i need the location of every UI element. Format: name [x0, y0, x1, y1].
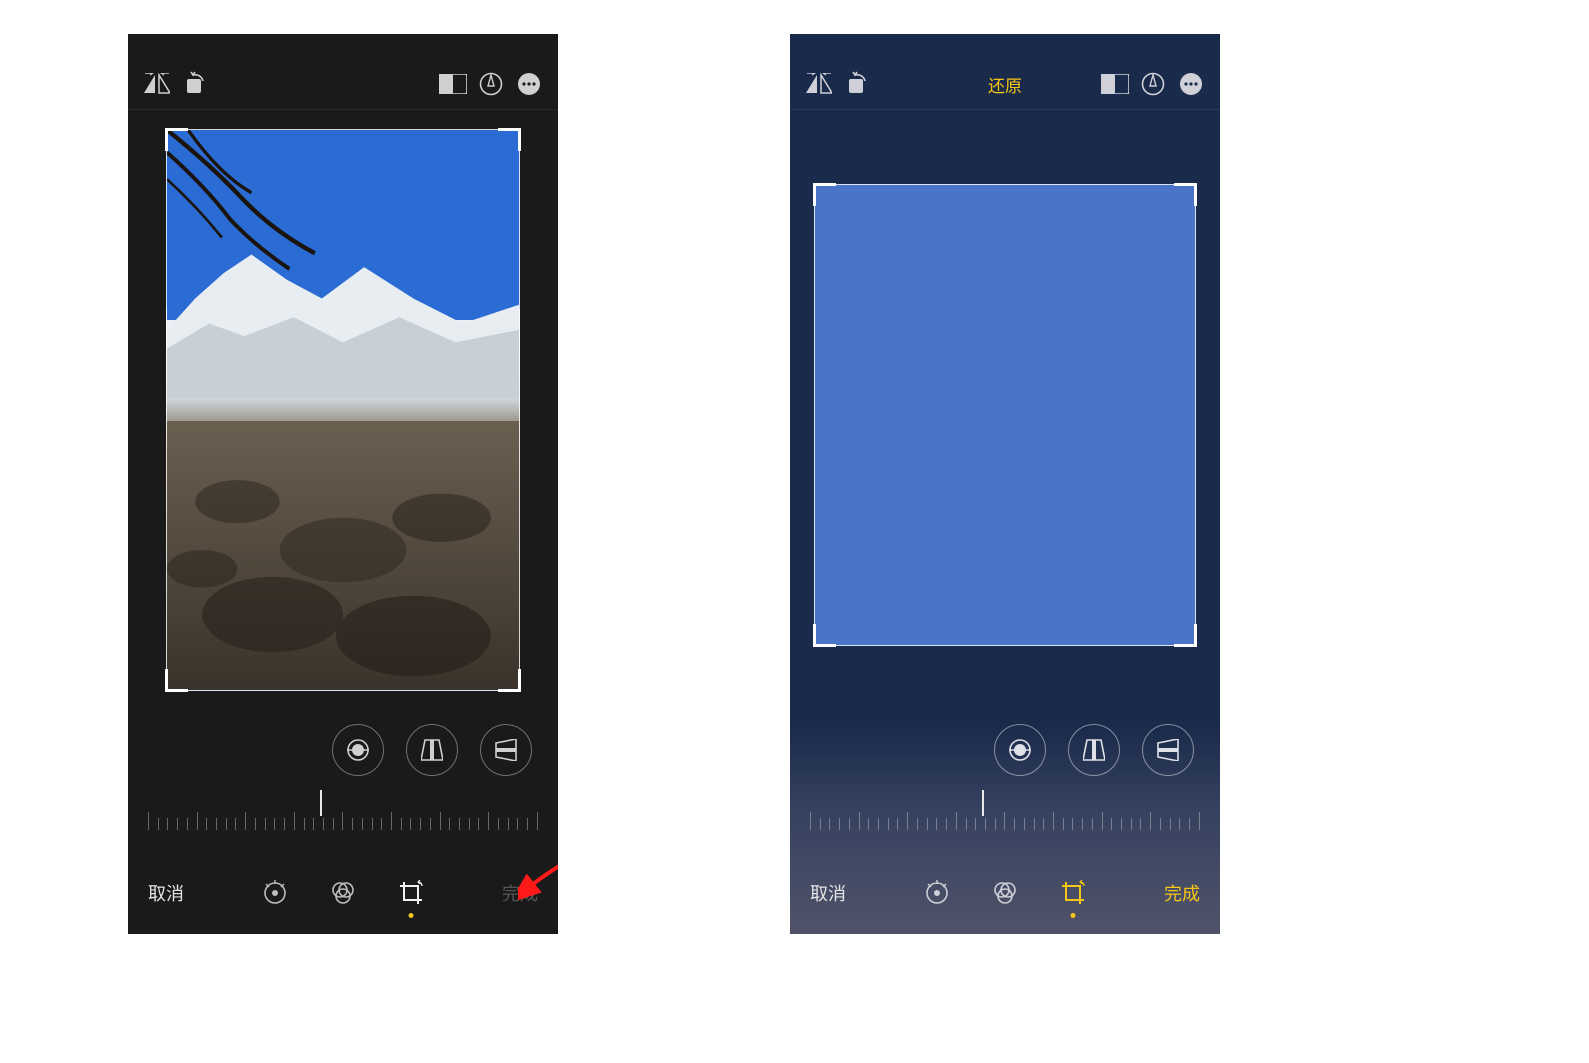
crop-handle-br[interactable] [1174, 624, 1197, 647]
bottom-bar: 取消 完成 [790, 870, 1220, 916]
mode-bar [260, 878, 426, 908]
filters-mode-button[interactable] [328, 878, 358, 908]
angle-ruler[interactable] [148, 800, 538, 830]
bottom-bar: 取消 完成 [128, 870, 558, 916]
rotate-icon[interactable] [176, 65, 214, 103]
crop-mode-button[interactable] [1058, 878, 1088, 908]
straighten-button[interactable] [332, 724, 384, 776]
crop-handle-bl[interactable] [813, 624, 836, 647]
perspective-horizontal-button[interactable] [1142, 724, 1194, 776]
crop-handle-tr[interactable] [1174, 183, 1197, 206]
ellipsis-icon[interactable] [1172, 65, 1210, 103]
perspective-horizontal-button[interactable] [480, 724, 532, 776]
phone-right: 还原 [790, 34, 1220, 934]
ellipsis-icon[interactable] [510, 65, 548, 103]
crop-handle-bl[interactable] [165, 669, 188, 692]
done-button: 完成 [502, 880, 538, 906]
reset-button[interactable]: 还原 [975, 72, 1035, 97]
toolbar-divider [128, 109, 558, 110]
crop-mode-button[interactable] [396, 878, 426, 908]
phone-left: 取消 完成 [128, 34, 558, 934]
adjust-mode-button[interactable] [260, 878, 290, 908]
crop-handle-tl[interactable] [165, 128, 188, 151]
crop-handle-tr[interactable] [498, 128, 521, 151]
perspective-vertical-button[interactable] [1068, 724, 1120, 776]
adjust-row [128, 724, 532, 776]
crop-frame[interactable] [814, 184, 1196, 646]
cancel-button[interactable]: 取消 [810, 880, 846, 906]
crop-canvas[interactable] [128, 129, 558, 691]
markup-circle-icon[interactable] [472, 65, 510, 103]
crop-handle-br[interactable] [498, 669, 521, 692]
angle-ruler[interactable] [810, 800, 1200, 830]
aspect-ratio-icon[interactable] [1096, 65, 1134, 103]
adjust-row [790, 724, 1194, 776]
top-toolbar: 还原 [790, 64, 1220, 104]
flip-horizontal-icon[interactable] [800, 65, 838, 103]
cancel-button[interactable]: 取消 [148, 880, 184, 906]
mode-bar [922, 878, 1088, 908]
done-button[interactable]: 完成 [1164, 880, 1200, 906]
crop-handle-tl[interactable] [813, 183, 836, 206]
perspective-vertical-button[interactable] [406, 724, 458, 776]
top-toolbar [128, 64, 558, 104]
straighten-button[interactable] [994, 724, 1046, 776]
adjust-mode-button[interactable] [922, 878, 952, 908]
rotate-icon[interactable] [838, 65, 876, 103]
crop-frame[interactable] [166, 129, 520, 691]
aspect-ratio-icon[interactable] [434, 65, 472, 103]
filters-mode-button[interactable] [990, 878, 1020, 908]
markup-circle-icon[interactable] [1134, 65, 1172, 103]
toolbar-divider [790, 109, 1220, 110]
crop-canvas[interactable] [790, 184, 1220, 646]
flip-horizontal-icon[interactable] [138, 65, 176, 103]
